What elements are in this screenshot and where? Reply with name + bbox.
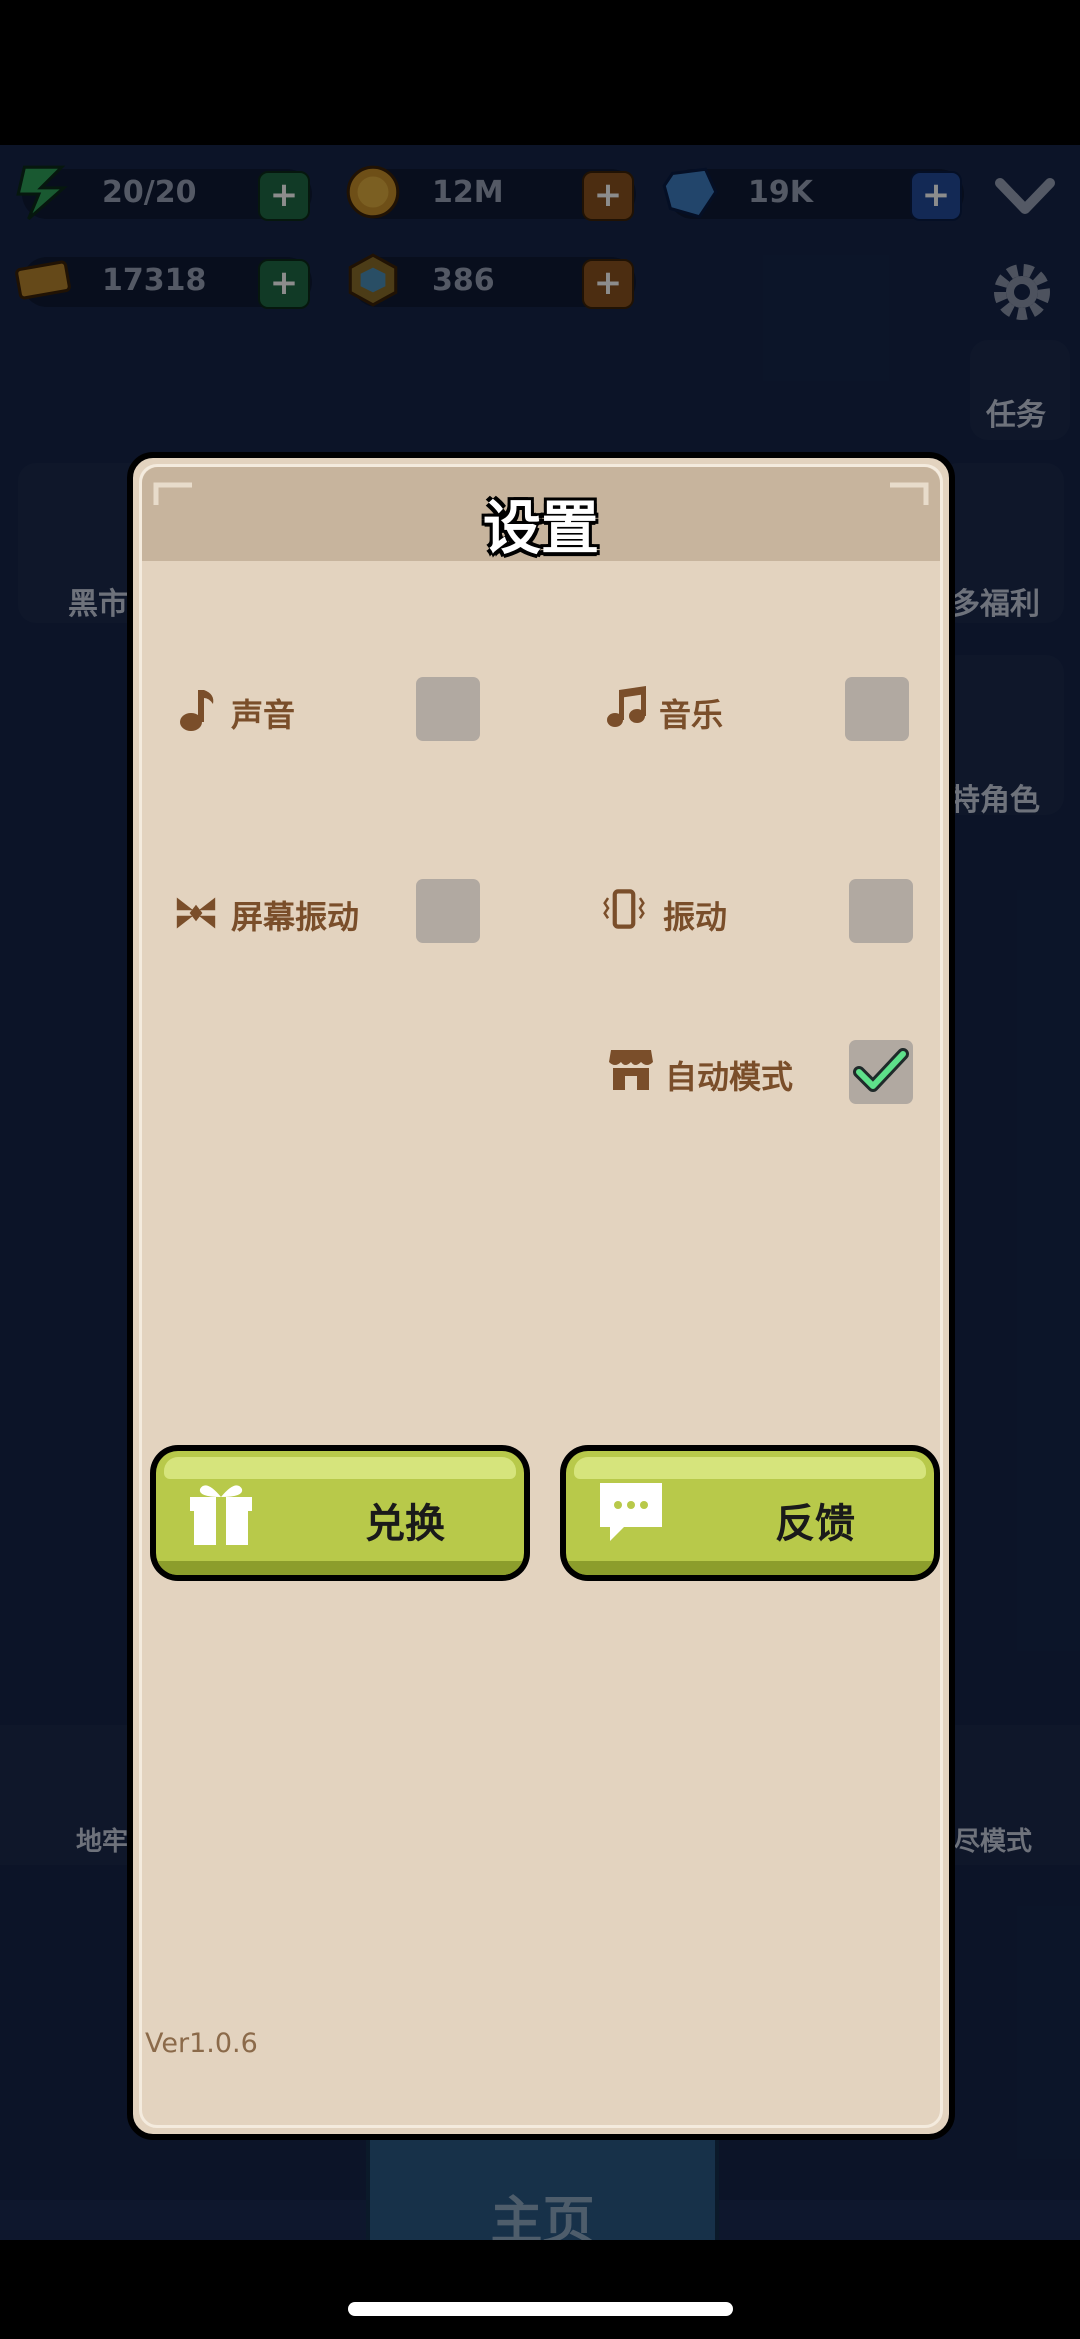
checkmark-icon <box>853 1048 909 1092</box>
panel-header: 设置 <box>142 467 940 562</box>
feedback-label: 反馈 <box>775 1501 855 1547</box>
note-icon <box>180 690 214 731</box>
redeem-button[interactable]: 兑换 <box>150 1445 530 1581</box>
gift-icon <box>190 1485 252 1545</box>
home-indicator <box>348 2302 733 2316</box>
feedback-button[interactable]: 反馈 <box>560 1445 940 1581</box>
auto-mode-checkbox[interactable] <box>849 1040 913 1104</box>
vibration-checkbox[interactable] <box>849 879 913 943</box>
music-checkbox[interactable] <box>845 677 909 741</box>
music-label: 音乐 <box>659 696 724 734</box>
settings-panel: 设置 声音 音乐 屏幕振动 振动 自动模式 兑换 反馈 Ver1.0.6 <box>127 452 955 2140</box>
auto-mode-label: 自动模式 <box>665 1058 794 1096</box>
version-text: Ver1.0.6 <box>145 2028 258 2059</box>
music-notes-icon <box>607 686 646 727</box>
screen-shake-checkbox[interactable] <box>416 879 480 943</box>
shop-icon <box>609 1050 653 1090</box>
vibration-label: 振动 <box>663 898 728 936</box>
redeem-button-face: 兑换 <box>156 1451 524 1575</box>
screen-shake-icon <box>176 897 216 929</box>
screen-shake-label: 屏幕振动 <box>231 898 360 936</box>
chat-bubble-icon <box>600 1483 662 1541</box>
sound-label: 声音 <box>231 696 296 734</box>
settings-title: 设置 <box>482 494 599 562</box>
feedback-button-face: 反馈 <box>566 1451 934 1575</box>
redeem-label: 兑换 <box>365 1501 445 1547</box>
sound-checkbox[interactable] <box>416 677 480 741</box>
vibration-icon <box>603 889 645 929</box>
